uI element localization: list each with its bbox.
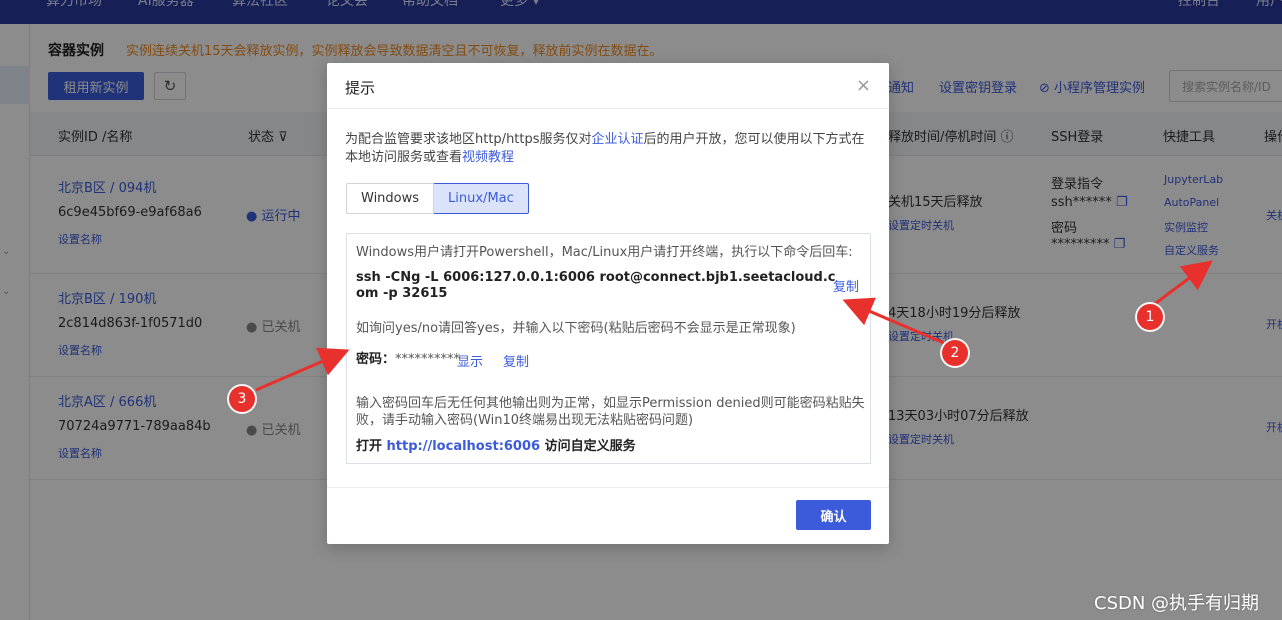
open-prefix: 打开 — [356, 439, 383, 454]
intro-text-prefix: 为配合监管要求该地区http/https服务仅对 — [345, 132, 592, 147]
dialog-header: 提示 × — [327, 63, 889, 109]
annotation-badge-3: 3 — [229, 386, 255, 412]
show-password-button[interactable]: 显示 — [457, 351, 483, 370]
instruction-open-terminal: Windows用户请打开Powershell，Mac/Linux用户请打开终端，… — [356, 245, 853, 260]
annotation-badge-1: 1 — [1137, 304, 1163, 330]
tab-linux-mac[interactable]: Linux/Mac — [434, 183, 529, 214]
dialog-footer-divider — [327, 487, 889, 488]
instruction-answer-yes: 如询问yes/no请回答yes，并输入以下密码(粘贴后密码不会显示是正常现象) — [356, 321, 796, 336]
password-label: 密码： — [356, 352, 396, 367]
tip-dialog: 提示 × 为配合监管要求该地区http/https服务仅对企业认证后的用户开放，… — [327, 63, 889, 544]
password-row: 密码：********** — [356, 351, 460, 368]
csdn-watermark: CSDN @执手有归期 — [1094, 593, 1260, 614]
command-instructions: Windows用户请打开Powershell，Mac/Linux用户请打开终端，… — [346, 233, 871, 464]
enterprise-auth-link[interactable]: 企业认证 — [592, 132, 644, 147]
video-tutorial-link[interactable]: 视频教程 — [462, 150, 514, 165]
annotation-badge-2: 2 — [942, 340, 968, 366]
tab-windows[interactable]: Windows — [346, 183, 435, 214]
close-icon[interactable]: × — [856, 75, 871, 96]
open-suffix: 访问自定义服务 — [544, 439, 636, 454]
instruction-password-note: 输入密码回车后无任何其他输出则为正常，如显示Permission denied则… — [356, 396, 865, 428]
copy-password-button[interactable]: 复制 — [503, 351, 529, 370]
copy-command-button[interactable]: 复制 — [833, 276, 859, 295]
os-tab-group: Windows Linux/Mac — [346, 183, 529, 214]
open-local-service: 打开 http://localhost:6006 访问自定义服务 — [356, 438, 636, 455]
ssh-command: ssh -CNg -L 6006:127.0.0.1:6006 root@con… — [356, 270, 836, 301]
dialog-intro: 为配合监管要求该地区http/https服务仅对企业认证后的用户开放，您可以使用… — [345, 131, 875, 167]
localhost-link[interactable]: http://localhost:6006 — [387, 439, 541, 454]
dialog-title: 提示 — [345, 79, 376, 97]
password-value: ********** — [395, 352, 461, 367]
confirm-button[interactable]: 确认 — [796, 500, 871, 530]
